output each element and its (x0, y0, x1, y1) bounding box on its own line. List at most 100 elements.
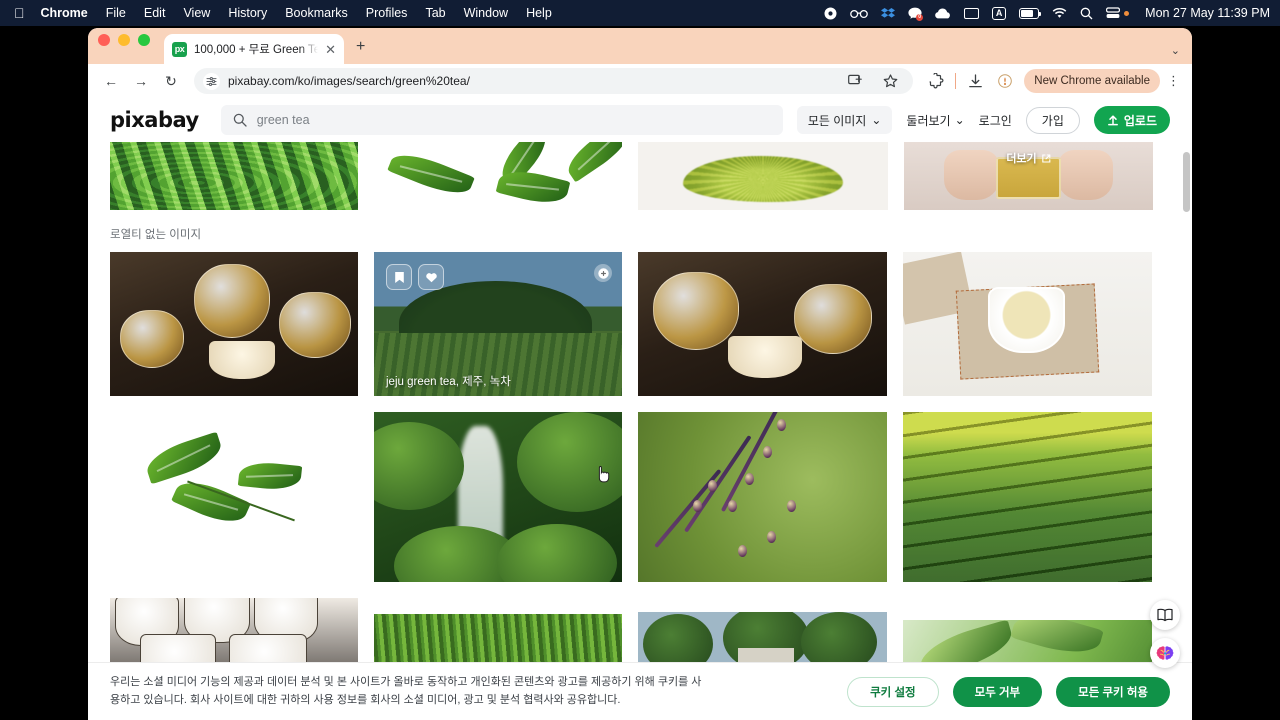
menu-item-bookmarks[interactable]: Bookmarks (285, 6, 348, 20)
keyboard-icon[interactable] (964, 7, 980, 19)
search-icon[interactable] (1080, 7, 1093, 20)
image-card-green-terraces[interactable] (903, 412, 1152, 582)
cookie-buttons: 쿠키 설정 모두 거부 모든 쿠키 허용 (847, 676, 1170, 707)
menu-item-view[interactable]: View (183, 6, 210, 20)
maximize-window-button[interactable] (138, 34, 150, 46)
url-text: pixabay.com/ko/images/search/green%20tea… (228, 74, 470, 88)
cast-icon[interactable] (842, 68, 868, 94)
nav-login[interactable]: 로그인 (979, 112, 1012, 129)
new-tab-button[interactable]: + (356, 39, 365, 55)
image-card-glass-teapots[interactable] (110, 252, 358, 396)
brain-icon[interactable] (1150, 638, 1180, 668)
new-chrome-available-button[interactable]: New Chrome available (1024, 69, 1160, 93)
search-icon (233, 113, 247, 127)
cookie-text: 우리는 소셜 미디어 기능의 제공과 데이터 분석 및 본 사이트가 올바로 동… (110, 676, 702, 706)
menubar-clock[interactable]: Mon 27 May 11:39 PM (1145, 6, 1270, 20)
glasses-icon[interactable] (850, 8, 869, 19)
desktop:  Chrome File Edit View History Bookmark… (0, 0, 1280, 720)
image-caption: jeju green tea, 제주, 녹차 (386, 376, 511, 388)
window-controls (98, 28, 150, 64)
search-input[interactable]: green tea (220, 105, 783, 135)
wifi-icon[interactable] (1052, 7, 1067, 19)
tab-title: 100,000 + 무료 Green Tea & 자 (194, 44, 319, 56)
menu-item-help[interactable]: Help (526, 6, 552, 20)
more-options-icon[interactable] (594, 264, 612, 282)
upload-button[interactable]: 업로드 (1093, 106, 1170, 134)
image-type-filter[interactable]: 모든 이미지 ⌄ (796, 106, 893, 134)
image-card-tea-plantation-rows[interactable] (110, 142, 358, 210)
menu-item-tab[interactable]: Tab (425, 6, 445, 20)
extensions-icon[interactable] (923, 68, 949, 94)
bookmark-star-icon[interactable] (877, 68, 903, 94)
pixabay-logo[interactable]: pixabay (110, 108, 199, 132)
image-card-tea-leaf-sprig[interactable] (110, 412, 358, 582)
menu-item-window[interactable]: Window (464, 6, 508, 20)
nav-browse[interactable]: 둘러보기 ⌄ (906, 112, 964, 129)
profile-avatar-icon[interactable] (992, 68, 1018, 94)
download-icon[interactable] (962, 68, 988, 94)
image-card-chamomile-tea-bowl[interactable] (903, 252, 1152, 396)
back-button[interactable]: ← (98, 68, 124, 94)
apple-menu-icon[interactable]:  (14, 6, 25, 20)
image-card-matcha-powder[interactable] (638, 142, 888, 210)
minimize-window-button[interactable] (118, 34, 130, 46)
site-settings-icon[interactable] (203, 72, 220, 90)
menu-item-history[interactable]: History (228, 6, 267, 20)
chevron-down-icon[interactable]: ⌄ (1171, 44, 1180, 57)
menu-item-file[interactable]: File (106, 6, 126, 20)
control-center-icon[interactable] (1106, 6, 1130, 20)
tea-plantation-rows-image (110, 142, 358, 210)
chat-badge-count: 0 (916, 13, 924, 21)
heart-icon[interactable] (418, 264, 444, 290)
record-icon[interactable] (824, 7, 837, 20)
image-card-glass-teapot-set[interactable] (638, 252, 887, 396)
menu-item-profiles[interactable]: Profiles (366, 6, 408, 20)
glass-teapot-set-image (638, 252, 887, 396)
signup-button[interactable]: 가입 (1025, 106, 1080, 134)
image-card-mossy-waterfall[interactable] (374, 412, 622, 582)
accept-all-cookies-button[interactable]: 모든 쿠키 허용 (1056, 676, 1170, 707)
floating-tea-leaves-image (374, 142, 622, 210)
upload-icon (1107, 115, 1118, 126)
menu-item-chrome[interactable]: Chrome (41, 6, 88, 20)
tab-strip: px 100,000 + 무료 Green Tea & 자 ✕ + ⌄ (88, 28, 1192, 64)
browser-tab[interactable]: px 100,000 + 무료 Green Tea & 자 ✕ (164, 34, 344, 64)
floating-widgets (1150, 600, 1180, 668)
beaded-strands-image (638, 412, 887, 582)
bookmark-icon[interactable] (386, 264, 412, 290)
book-reader-icon[interactable] (1150, 600, 1180, 630)
site-header: pixabay green tea 모든 이미지 ⌄ 둘러보기 ⌄ 로그인 가입 (88, 98, 1192, 142)
forward-button[interactable]: → (128, 68, 154, 94)
nav-browse-label: 둘러보기 (906, 113, 951, 128)
tea-leaf-sprig-image (110, 412, 358, 582)
macos-menubar:  Chrome File Edit View History Bookmark… (0, 0, 1280, 26)
chrome-menu-button[interactable]: ⋮ (1164, 73, 1182, 89)
cloud-icon[interactable] (935, 8, 951, 19)
chat-badge-icon[interactable]: 0 (908, 7, 924, 21)
pixabay-favicon: px (172, 41, 187, 57)
input-source-a-icon[interactable]: A (992, 6, 1007, 20)
image-card-beaded-strands[interactable] (638, 412, 887, 582)
more-badge[interactable]: 더보기 (1006, 150, 1051, 166)
dropbox-icon[interactable] (881, 7, 896, 20)
filter-label: 모든 이미지 (807, 113, 867, 128)
close-tab-button[interactable]: ✕ (325, 43, 336, 56)
result-row-top: 더보기 (110, 142, 1170, 210)
reject-all-cookies-button[interactable]: 모두 거부 (952, 676, 1043, 707)
reload-button[interactable]: ↻ (158, 68, 184, 94)
cookie-settings-button[interactable]: 쿠키 설정 (847, 676, 939, 707)
page-scrollbar[interactable] (1183, 146, 1190, 706)
battery-charging-icon[interactable] (1019, 7, 1042, 19)
matcha-powder-image (638, 142, 888, 210)
image-card-jeju-green-tea-hill[interactable]: jeju green tea, 제주, 녹차 (374, 252, 622, 396)
image-card-hands-holding-mug[interactable]: 더보기 (904, 142, 1153, 210)
scrollbar-thumb[interactable] (1183, 152, 1190, 212)
menu-item-edit[interactable]: Edit (144, 6, 166, 20)
image-card-floating-tea-leaves[interactable] (374, 142, 622, 210)
page-viewport: pixabay green tea 모든 이미지 ⌄ 둘러보기 ⌄ 로그인 가입 (88, 98, 1192, 720)
chevron-down-icon: ⌄ (954, 113, 965, 127)
close-window-button[interactable] (98, 34, 110, 46)
upload-label: 업로드 (1123, 113, 1157, 128)
address-bar[interactable]: pixabay.com/ko/images/search/green%20tea… (194, 68, 914, 94)
result-row-2: jeju green tea, 제주, 녹차 (110, 252, 1170, 396)
